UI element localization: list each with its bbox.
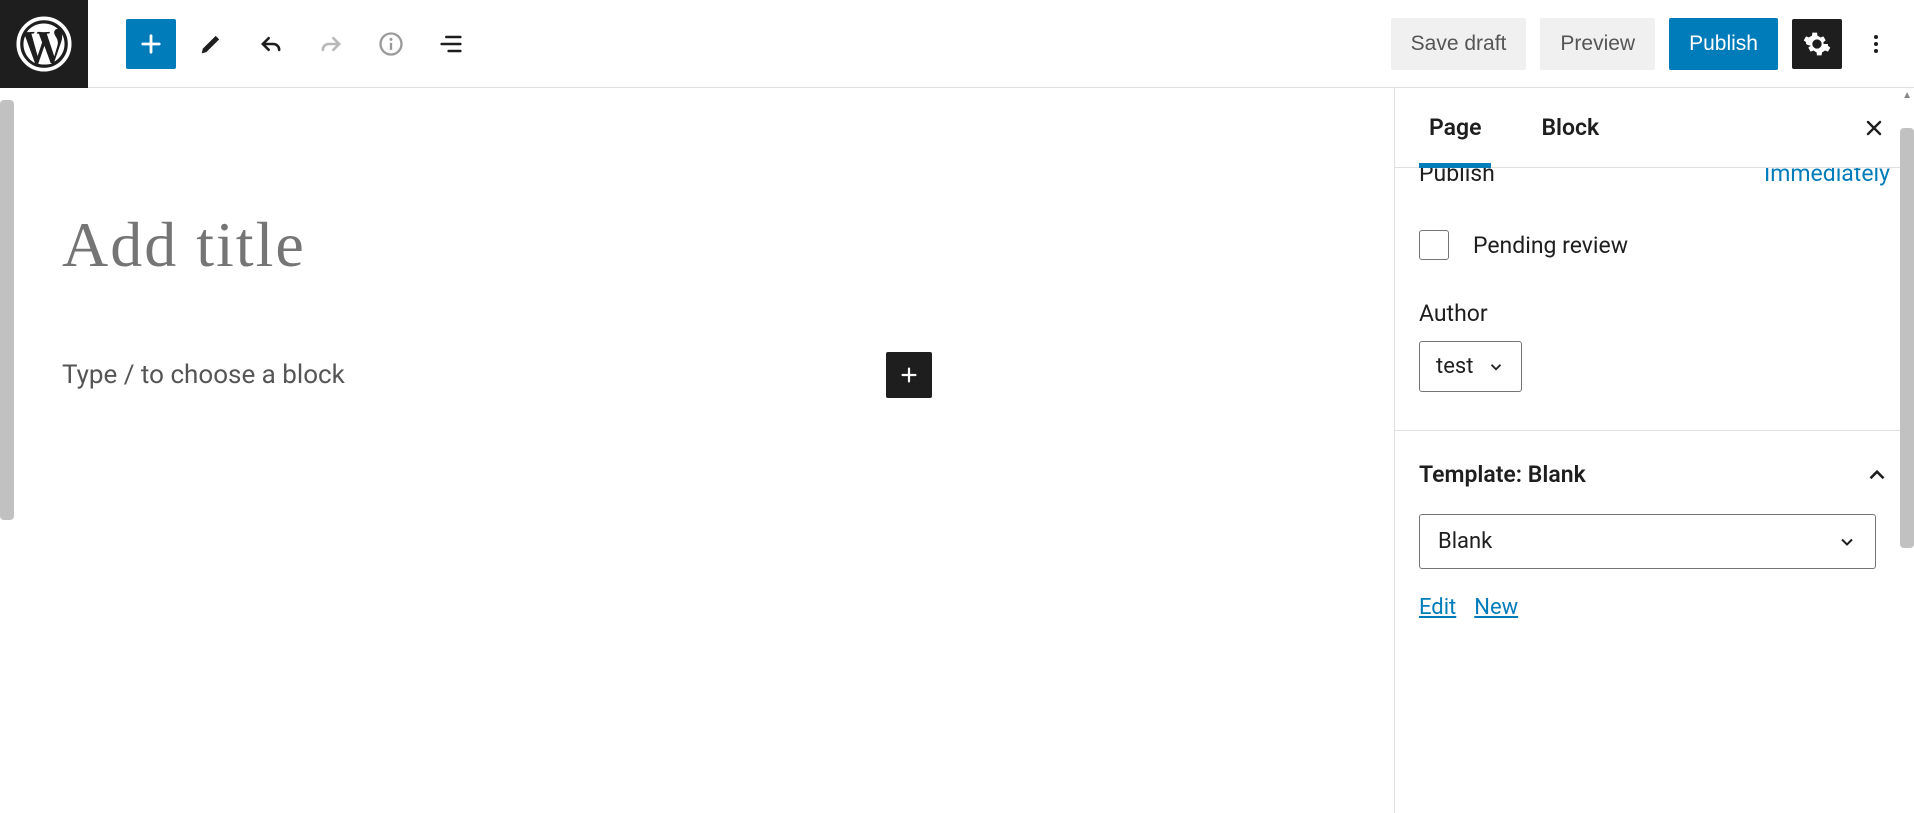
wordpress-icon xyxy=(16,16,72,72)
template-links: Edit New xyxy=(1419,595,1890,620)
sidebar-panel: Publish Immediately Pending review Autho… xyxy=(1395,168,1914,813)
pending-review-label: Pending review xyxy=(1473,232,1628,259)
close-sidebar-button[interactable] xyxy=(1858,112,1890,144)
editor-header: Save draft Preview Publish xyxy=(0,0,1914,88)
author-label: Author xyxy=(1419,300,1890,327)
template-section-title: Template: Blank xyxy=(1419,461,1586,488)
chevron-down-icon xyxy=(1487,358,1505,376)
undo-button[interactable] xyxy=(246,19,296,69)
close-icon xyxy=(1862,116,1886,140)
pending-review-checkbox[interactable] xyxy=(1419,230,1449,260)
template-section-header[interactable]: Template: Blank xyxy=(1419,431,1890,514)
plus-icon xyxy=(898,364,920,386)
publish-button[interactable]: Publish xyxy=(1669,18,1778,70)
info-icon xyxy=(377,30,405,58)
preview-button[interactable]: Preview xyxy=(1540,18,1655,70)
add-block-inline-button[interactable] xyxy=(886,352,932,398)
outline-icon xyxy=(437,30,465,58)
redo-button[interactable] xyxy=(306,19,356,69)
undo-icon xyxy=(257,30,285,58)
template-edit-link[interactable]: Edit xyxy=(1419,595,1456,620)
document-overview-button[interactable] xyxy=(426,19,476,69)
main-area: Type / to choose a block ▲ Page Block Pu… xyxy=(0,88,1914,813)
wordpress-logo[interactable] xyxy=(0,0,88,88)
chevron-down-icon xyxy=(1837,532,1857,552)
chevron-up-icon xyxy=(1864,462,1890,488)
pencil-icon xyxy=(197,30,225,58)
tab-block[interactable]: Block xyxy=(1531,88,1609,167)
editor-canvas: Type / to choose a block xyxy=(0,88,1394,813)
template-new-link[interactable]: New xyxy=(1474,595,1518,620)
editor-scrollbar-thumb[interactable] xyxy=(0,100,14,520)
details-button[interactable] xyxy=(366,19,416,69)
publish-label: Publish xyxy=(1419,168,1495,178)
author-select[interactable]: test xyxy=(1419,341,1522,392)
publish-schedule-row[interactable]: Publish Immediately xyxy=(1419,168,1890,192)
save-draft-button[interactable]: Save draft xyxy=(1391,18,1527,70)
publish-value[interactable]: Immediately xyxy=(1764,168,1890,178)
author-select-value: test xyxy=(1436,354,1473,379)
sidebar-scrollbar[interactable]: ▲ xyxy=(1900,88,1914,813)
gear-icon xyxy=(1803,30,1831,58)
post-title-input[interactable] xyxy=(62,208,932,282)
settings-sidebar: ▲ Page Block Publish Immediately Pending… xyxy=(1394,88,1914,813)
sidebar-scrollbar-thumb[interactable] xyxy=(1900,128,1914,548)
template-select-value: Blank xyxy=(1438,529,1492,554)
tab-page[interactable]: Page xyxy=(1419,88,1491,167)
content-placeholder[interactable]: Type / to choose a block xyxy=(62,360,886,390)
plus-icon xyxy=(137,30,165,58)
pending-review-row: Pending review xyxy=(1419,230,1890,260)
scroll-up-arrow-icon: ▲ xyxy=(1902,90,1912,101)
template-select[interactable]: Blank xyxy=(1419,514,1876,569)
toolbar-right: Save draft Preview Publish xyxy=(1391,18,1914,70)
redo-icon xyxy=(317,30,345,58)
tools-button[interactable] xyxy=(186,19,236,69)
more-vertical-icon xyxy=(1864,32,1888,56)
toolbar-left xyxy=(88,19,476,69)
add-block-toggle-button[interactable] xyxy=(126,19,176,69)
settings-button[interactable] xyxy=(1792,19,1842,69)
options-button[interactable] xyxy=(1856,19,1896,69)
sidebar-tabs: Page Block xyxy=(1395,88,1914,168)
